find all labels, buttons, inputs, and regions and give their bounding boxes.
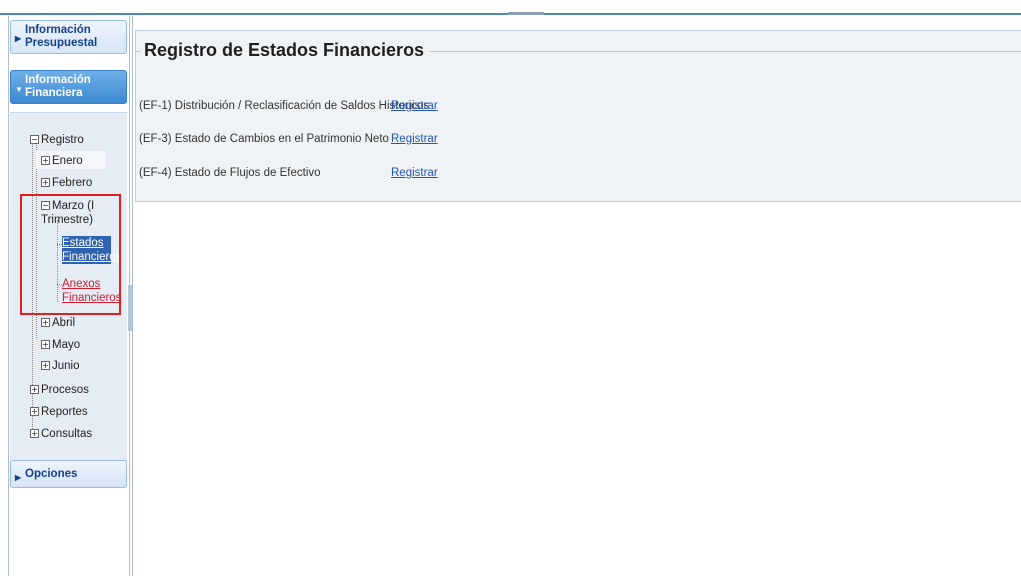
form-row-label-ef4: (EF-4) Estado de Flujos de Efectivo bbox=[139, 167, 321, 179]
registrar-link-ef4[interactable]: Registrar bbox=[391, 167, 438, 179]
chevron-right-icon: ▶ bbox=[15, 34, 22, 43]
tree-node-reportes[interactable]: + Reportes bbox=[30, 405, 88, 419]
expand-icon[interactable]: + bbox=[41, 178, 50, 187]
section-opciones[interactable]: ▶ Opciones bbox=[10, 460, 127, 488]
form-row-label-ef1: (EF-1) Distribución / Reclasificación de… bbox=[139, 100, 430, 112]
tree-node-procesos[interactable]: + Procesos bbox=[30, 383, 89, 397]
expand-icon[interactable]: + bbox=[41, 361, 50, 370]
tree-node-consultas[interactable]: + Consultas bbox=[30, 427, 92, 441]
expand-icon[interactable]: + bbox=[30, 429, 39, 438]
panel-divider bbox=[132, 16, 133, 576]
chevron-right-icon: ▶ bbox=[15, 473, 22, 482]
section-label: Opciones bbox=[25, 468, 78, 480]
registrar-link-ef1[interactable]: Registrar bbox=[391, 100, 438, 112]
expand-icon[interactable]: + bbox=[30, 385, 39, 394]
page-title: Registro de Estados Financieros bbox=[141, 40, 428, 61]
annotation-highlight-box bbox=[20, 194, 121, 315]
tree-node-registro[interactable]: − Registro bbox=[30, 133, 84, 147]
fieldset-border-line bbox=[430, 51, 1021, 52]
expand-icon[interactable]: + bbox=[41, 340, 50, 349]
section-informacion-financiera[interactable]: ▼ Información Financiera bbox=[10, 70, 127, 104]
section-label: Información Presupuestal bbox=[25, 24, 98, 49]
registrar-link-ef3[interactable]: Registrar bbox=[391, 133, 438, 145]
tree-node-enero[interactable]: + Enero bbox=[41, 154, 83, 168]
section-informacion-presupuestal[interactable]: ▶ Información Presupuestal bbox=[10, 20, 127, 54]
expand-icon[interactable]: + bbox=[30, 407, 39, 416]
form-row-label-ef3: (EF-3) Estado de Cambios en el Patrimoni… bbox=[139, 133, 389, 145]
top-resize-handle[interactable] bbox=[508, 12, 544, 15]
section-label: Información Financiera bbox=[25, 74, 91, 99]
tree-node-junio[interactable]: + Junio bbox=[41, 359, 80, 373]
chevron-down-icon: ▼ bbox=[15, 85, 23, 94]
expand-icon[interactable]: + bbox=[41, 318, 50, 327]
tree-node-abril[interactable]: + Abril bbox=[41, 316, 75, 330]
collapse-icon[interactable]: − bbox=[30, 135, 39, 144]
expand-icon[interactable]: + bbox=[41, 156, 50, 165]
tree-node-febrero[interactable]: + Febrero bbox=[41, 176, 92, 190]
tree-node-mayo[interactable]: + Mayo bbox=[41, 338, 80, 352]
